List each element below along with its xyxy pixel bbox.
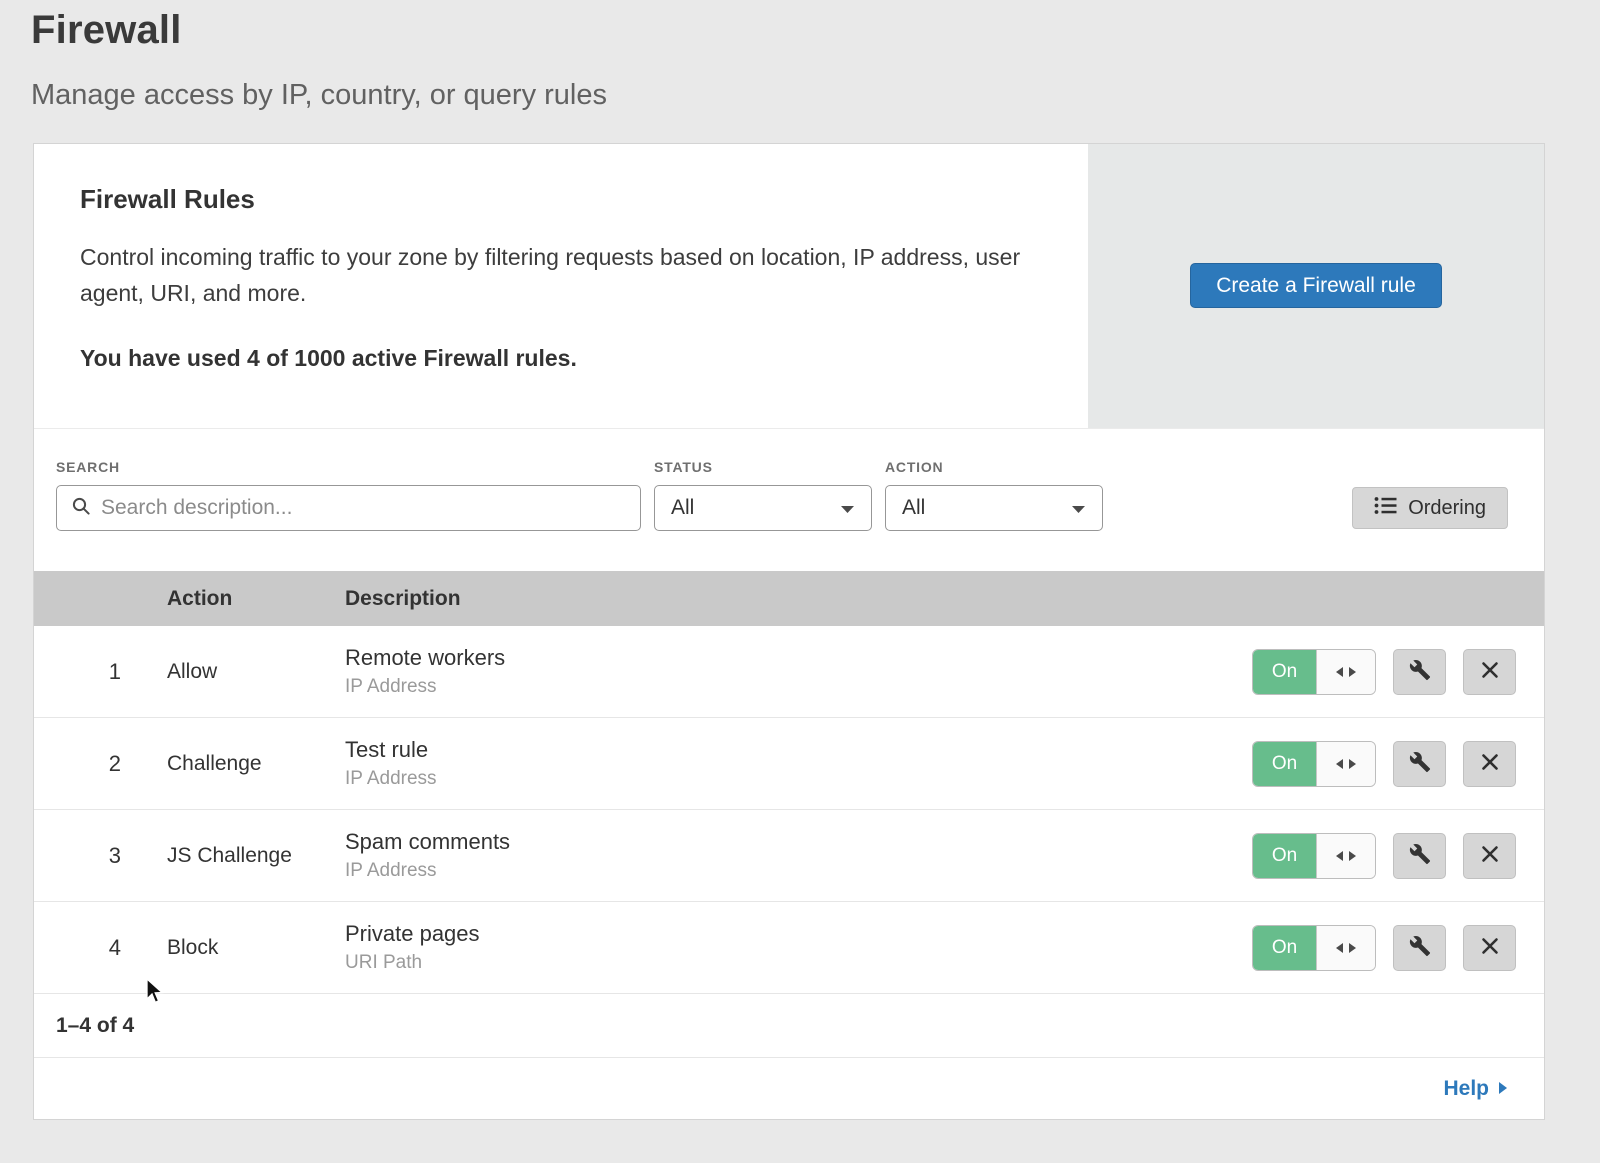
firewall-rule-row: 4 Block Private pages URI Path On — [34, 902, 1544, 994]
card-heading: Firewall Rules — [80, 184, 1028, 215]
action-selected-value: All — [902, 496, 925, 520]
drag-arrows-icon[interactable] — [1316, 926, 1375, 970]
page-header: Firewall Manage access by IP, country, o… — [0, 0, 1600, 112]
toggle-on-label: On — [1253, 650, 1316, 694]
search-box[interactable] — [56, 485, 641, 531]
ordering-button-label: Ordering — [1408, 497, 1486, 520]
rule-field-type: IP Address — [345, 768, 1252, 790]
status-select[interactable]: All — [654, 485, 872, 531]
edit-rule-button[interactable] — [1393, 649, 1446, 695]
rule-description-cell: Private pages URI Path — [345, 921, 1252, 974]
delete-rule-button[interactable] — [1463, 833, 1516, 879]
search-filter-group: SEARCH — [56, 459, 641, 531]
help-row: Help — [34, 1058, 1544, 1119]
toggle-on-label: On — [1253, 742, 1316, 786]
table-header: Action Description — [34, 571, 1544, 626]
page-title: Firewall — [31, 8, 1600, 53]
rule-controls: On — [1252, 925, 1544, 971]
toggle-on-label: On — [1253, 834, 1316, 878]
rule-action: Block — [167, 936, 345, 960]
status-selected-value: All — [671, 496, 694, 520]
ordered-list-icon — [1374, 496, 1397, 521]
search-icon — [71, 496, 91, 521]
ordering-button[interactable]: Ordering — [1352, 487, 1508, 529]
rule-priority: 3 — [34, 843, 167, 869]
rule-enabled-toggle[interactable]: On — [1252, 649, 1376, 695]
rule-description: Test rule — [345, 737, 1252, 763]
drag-arrows-icon[interactable] — [1316, 742, 1375, 786]
chevron-down-icon — [840, 496, 855, 520]
status-filter-group: STATUS All — [654, 459, 872, 531]
chevron-down-icon — [1071, 496, 1086, 520]
rule-field-type: IP Address — [345, 860, 1252, 882]
delete-rule-button[interactable] — [1463, 649, 1516, 695]
rule-enabled-toggle[interactable]: On — [1252, 833, 1376, 879]
rule-action: Allow — [167, 660, 345, 684]
cta-panel: Create a Firewall rule — [1088, 144, 1544, 428]
drag-arrows-icon[interactable] — [1316, 834, 1375, 878]
drag-arrows-icon[interactable] — [1316, 650, 1375, 694]
rule-enabled-toggle[interactable]: On — [1252, 925, 1376, 971]
rule-field-type: IP Address — [345, 676, 1252, 698]
x-icon — [1480, 844, 1500, 867]
rule-priority: 1 — [34, 659, 167, 685]
action-label: ACTION — [885, 459, 1103, 475]
x-icon — [1480, 660, 1500, 683]
rule-controls: On — [1252, 741, 1544, 787]
rule-description: Spam comments — [345, 829, 1252, 855]
rule-description-cell: Test rule IP Address — [345, 737, 1252, 790]
edit-rule-button[interactable] — [1393, 833, 1446, 879]
pagination-row: 1–4 of 4 — [34, 994, 1544, 1058]
search-input[interactable] — [101, 496, 626, 520]
rules-table-body: 1 Allow Remote workers IP Address On — [34, 626, 1544, 994]
help-link-label: Help — [1443, 1077, 1489, 1101]
rule-description-cell: Spam comments IP Address — [345, 829, 1252, 882]
description-column-header: Description — [345, 587, 1252, 611]
x-icon — [1480, 752, 1500, 775]
rule-description: Remote workers — [345, 645, 1252, 671]
rule-field-type: URI Path — [345, 952, 1252, 974]
wrench-icon — [1409, 935, 1431, 960]
card-description: Control incoming traffic to your zone by… — [80, 239, 1028, 311]
rule-action: Challenge — [167, 752, 345, 776]
usage-text: You have used 4 of 1000 active Firewall … — [80, 345, 1028, 372]
wrench-icon — [1409, 751, 1431, 776]
edit-rule-button[interactable] — [1393, 741, 1446, 787]
action-column-header: Action — [167, 587, 345, 611]
firewall-rule-row: 2 Challenge Test rule IP Address On — [34, 718, 1544, 810]
rule-priority: 4 — [34, 935, 167, 961]
rule-action: JS Challenge — [167, 844, 345, 868]
search-label: SEARCH — [56, 459, 641, 475]
action-select[interactable]: All — [885, 485, 1103, 531]
caret-right-icon — [1498, 1077, 1508, 1101]
intro-section: Firewall Rules Control incoming traffic … — [34, 144, 1088, 428]
pagination-text: 1–4 of 4 — [56, 1014, 134, 1038]
toggle-on-label: On — [1253, 926, 1316, 970]
wrench-icon — [1409, 843, 1431, 868]
create-firewall-rule-button[interactable]: Create a Firewall rule — [1190, 263, 1442, 308]
rule-enabled-toggle[interactable]: On — [1252, 741, 1376, 787]
delete-rule-button[interactable] — [1463, 925, 1516, 971]
help-link[interactable]: Help — [1443, 1077, 1508, 1101]
firewall-page: Firewall Manage access by IP, country, o… — [0, 0, 1600, 1163]
x-icon — [1480, 936, 1500, 959]
status-label: STATUS — [654, 459, 872, 475]
firewall-rules-card: Firewall Rules Control incoming traffic … — [33, 143, 1545, 1120]
filters-bar: SEARCH STATUS All ACTION — [34, 429, 1544, 571]
rule-description-cell: Remote workers IP Address — [345, 645, 1252, 698]
firewall-rule-row: 1 Allow Remote workers IP Address On — [34, 626, 1544, 718]
edit-rule-button[interactable] — [1393, 925, 1446, 971]
rule-controls: On — [1252, 833, 1544, 879]
rule-controls: On — [1252, 649, 1544, 695]
action-filter-group: ACTION All — [885, 459, 1103, 531]
delete-rule-button[interactable] — [1463, 741, 1516, 787]
wrench-icon — [1409, 659, 1431, 684]
firewall-rule-row: 3 JS Challenge Spam comments IP Address … — [34, 810, 1544, 902]
card-top-section: Firewall Rules Control incoming traffic … — [34, 144, 1544, 429]
rule-description: Private pages — [345, 921, 1252, 947]
rule-priority: 2 — [34, 751, 167, 777]
page-subtitle: Manage access by IP, country, or query r… — [31, 79, 1600, 112]
